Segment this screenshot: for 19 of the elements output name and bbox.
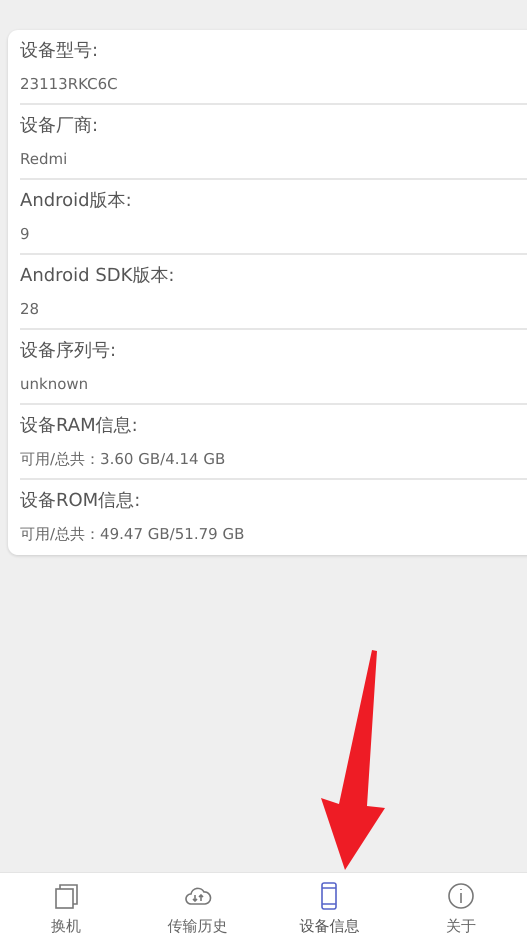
info-value: 可用/总共：49.47 GB/51.79 GB xyxy=(20,524,246,544)
info-label: 设备型号: xyxy=(20,40,100,62)
info-value: 23113RKC6C xyxy=(20,74,119,94)
info-label: 设备序列号: xyxy=(20,340,118,362)
info-value: 9 xyxy=(20,224,31,244)
info-value: unknown xyxy=(20,374,90,394)
info-value: 可用/总共：3.60 GB/4.14 GB xyxy=(20,448,226,468)
nav-tab[interactable]: 关于 xyxy=(395,873,527,944)
info-value: Redmi xyxy=(20,148,68,168)
info-value: 28 xyxy=(20,298,40,318)
info-icon xyxy=(446,881,476,911)
nav-tab[interactable]: 传输历史 xyxy=(132,873,264,944)
info-label: Android SDK版本: xyxy=(20,264,176,286)
info-label: 设备RAM信息: xyxy=(20,414,139,436)
info-label: 设备ROM信息: xyxy=(20,490,142,512)
nav-tab[interactable]: 设备信息 xyxy=(264,873,396,944)
info-label: Android版本: xyxy=(20,190,133,212)
info-label: 设备厂商: xyxy=(20,114,100,136)
nav-tab[interactable]: 换机 xyxy=(0,873,132,944)
